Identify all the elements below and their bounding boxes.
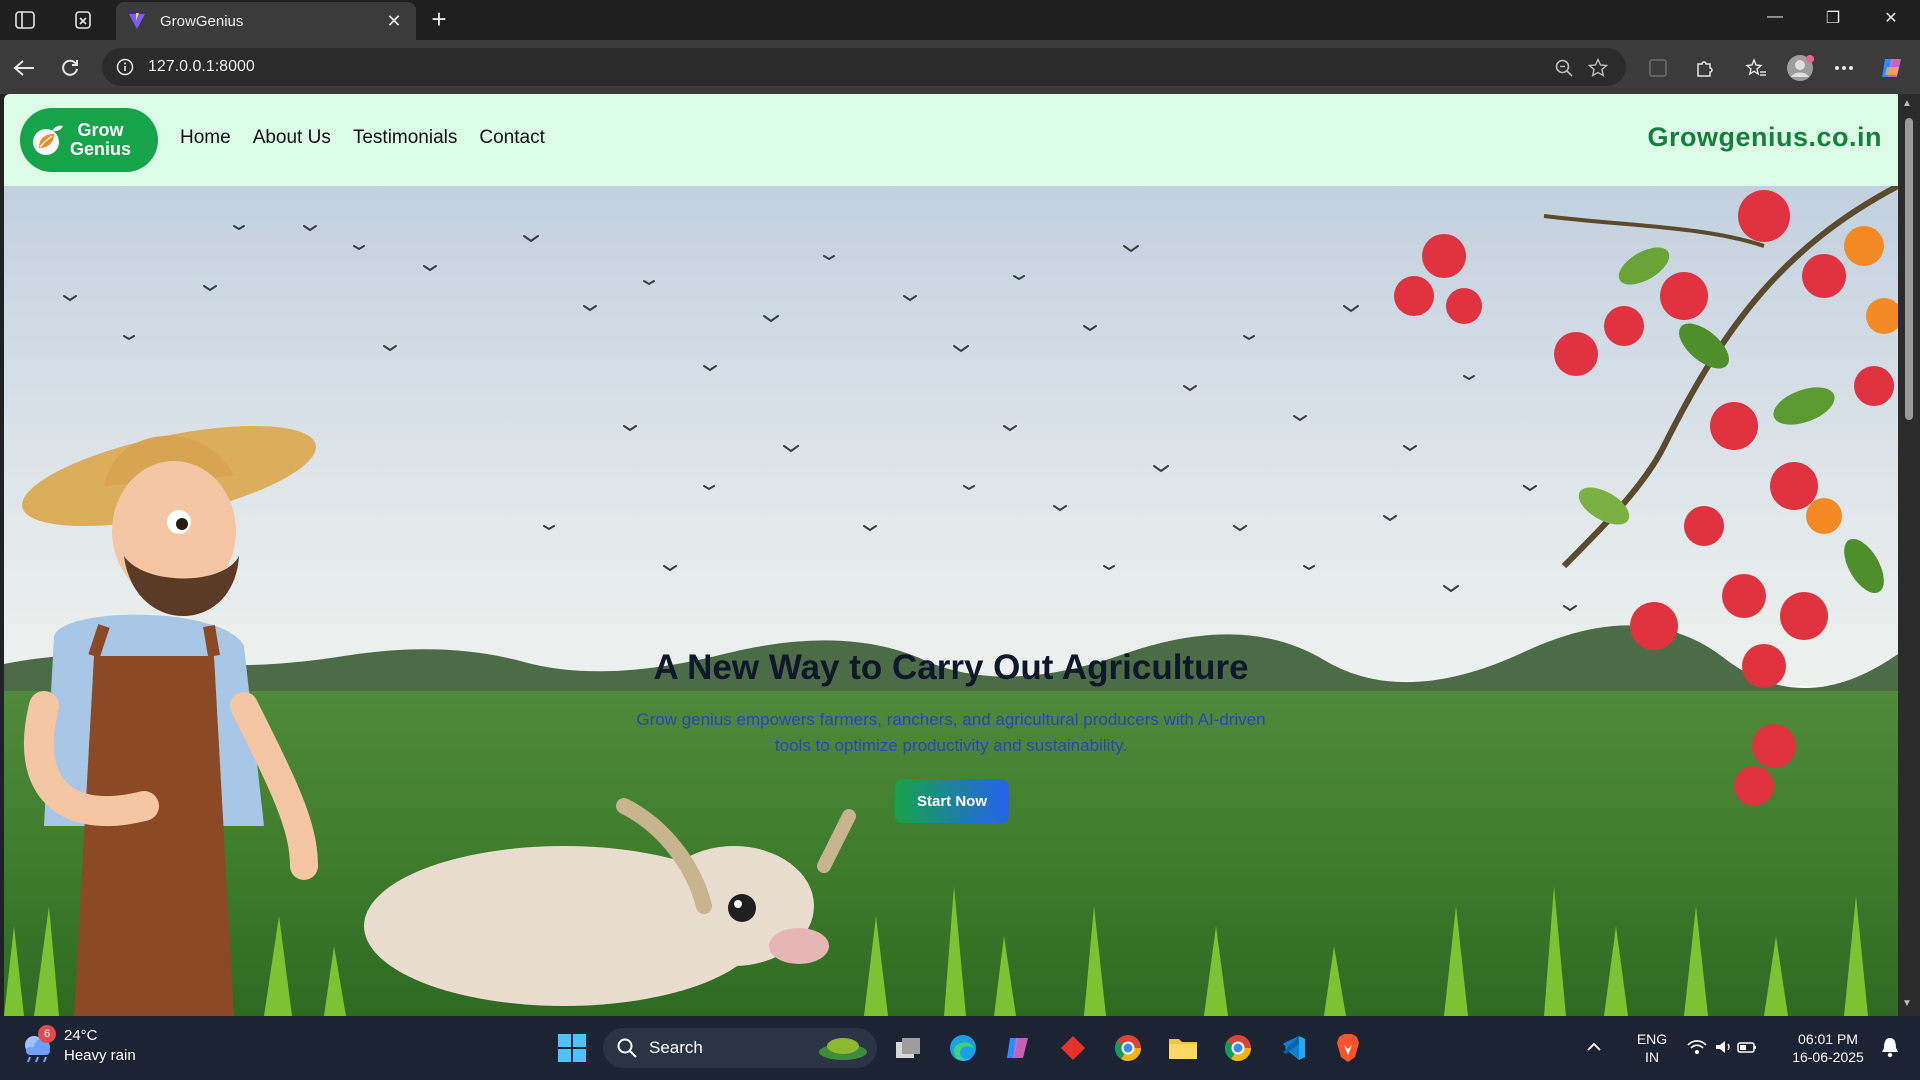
clock-date: 16-06-2025: [1792, 1049, 1864, 1065]
minimize-icon[interactable]: —: [1760, 8, 1790, 26]
app-red-diamond-icon[interactable]: [1055, 1030, 1091, 1066]
site-info-icon[interactable]: [116, 58, 134, 76]
start-now-button[interactable]: Start Now: [895, 779, 1009, 823]
search-highlight-icon: [819, 1038, 867, 1060]
vite-favicon-icon: [129, 13, 145, 29]
search-icon: [617, 1038, 637, 1058]
split-screen-icon[interactable]: [1642, 52, 1674, 84]
scrollbar-thumb[interactable]: [1905, 118, 1913, 420]
weather-cloud-icon: 6: [20, 1025, 56, 1063]
copilot-app-icon[interactable]: [1000, 1030, 1036, 1066]
windows-taskbar: 6 24°C Heavy rain Search ENG IN 06:01 PM…: [0, 1016, 1920, 1080]
task-view-icon[interactable]: [890, 1030, 926, 1066]
logo-text-genius: Genius: [70, 139, 132, 159]
favorites-icon[interactable]: [1740, 52, 1772, 84]
notifications-bell-icon[interactable]: [1880, 1036, 1900, 1062]
language-indicator[interactable]: ENG IN: [1632, 1030, 1672, 1066]
back-icon[interactable]: [8, 52, 40, 84]
hero-subtitle: Grow genius empowers farmers, ranchers, …: [636, 710, 1266, 755]
weather-desc: Heavy rain: [64, 1047, 136, 1064]
brand-domain: Growgenius.co.in: [1647, 122, 1882, 152]
brave-icon[interactable]: [1330, 1030, 1366, 1066]
tab-growgenius[interactable]: GrowGenius ✕: [116, 2, 416, 40]
file-explorer-icon[interactable]: [1165, 1030, 1201, 1066]
taskbar-search[interactable]: Search: [603, 1028, 877, 1068]
lang-eng: ENG: [1636, 1031, 1668, 1047]
show-hidden-icons-icon[interactable]: [1586, 1038, 1602, 1056]
hero-section: A New Way to Carry Out Agriculture Grow …: [4, 186, 1898, 1016]
nav-testimonials[interactable]: Testimonials: [353, 127, 458, 149]
clock[interactable]: 06:01 PM 16-06-2025: [1786, 1030, 1870, 1066]
more-options-icon[interactable]: [1828, 52, 1860, 84]
leaf-logo-icon: [33, 125, 63, 155]
copilot-icon[interactable]: [1876, 52, 1908, 84]
extensions-icon[interactable]: [1688, 52, 1720, 84]
site-header: Grow Genius Home About Us Testimonials C…: [4, 94, 1898, 186]
growgenius-logo[interactable]: Grow Genius: [20, 108, 158, 172]
hero-farm-illustration: [4, 186, 1898, 1016]
weather-badge: 6: [38, 1025, 56, 1043]
zoom-icon[interactable]: [1552, 56, 1576, 80]
browser-tab-bar: GrowGenius ✕ + — ❐ ✕: [0, 0, 1920, 40]
favorite-star-icon[interactable]: [1586, 56, 1610, 80]
workspaces-icon[interactable]: [68, 6, 98, 34]
sidebar-toggle-icon[interactable]: [10, 6, 40, 34]
tab-title: GrowGenius: [160, 12, 244, 30]
nav-contact[interactable]: Contact: [479, 127, 544, 149]
close-window-icon[interactable]: ✕: [1876, 8, 1906, 28]
close-tab-icon[interactable]: ✕: [384, 11, 404, 32]
scroll-down-icon[interactable]: ▼: [1902, 998, 1912, 1009]
hero-title: A New Way to Carry Out Agriculture: [653, 648, 1249, 687]
system-status-icons[interactable]: [1686, 1038, 1758, 1060]
nav-about-us[interactable]: About Us: [253, 127, 331, 149]
browser-toolbar: 127.0.0.1:8000: [0, 40, 1920, 94]
edge-icon[interactable]: [945, 1030, 981, 1066]
page-scrollbar[interactable]: ▲ ▼: [1898, 94, 1920, 1016]
main-nav: Home About Us Testimonials Contact: [180, 127, 545, 149]
logo-text-grow: Grow: [77, 120, 124, 140]
vscode-icon[interactable]: [1275, 1030, 1311, 1066]
refresh-icon[interactable]: [54, 52, 86, 84]
restore-icon[interactable]: ❐: [1818, 8, 1848, 28]
profile-avatar-icon[interactable]: [1784, 52, 1816, 84]
page-viewport: Grow Genius Home About Us Testimonials C…: [4, 94, 1898, 1016]
lang-in: IN: [1645, 1049, 1659, 1065]
chrome-profile-icon[interactable]: [1110, 1030, 1146, 1066]
new-tab-button[interactable]: +: [424, 4, 454, 34]
weather-temp: 24°C: [64, 1027, 98, 1044]
nav-home[interactable]: Home: [180, 127, 231, 149]
weather-widget[interactable]: 6 24°C Heavy rain: [20, 1025, 136, 1066]
scroll-up-icon[interactable]: ▲: [1902, 98, 1912, 109]
clock-time: 06:01 PM: [1798, 1031, 1858, 1047]
url-text[interactable]: 127.0.0.1:8000: [148, 58, 255, 76]
search-label: Search: [649, 1038, 703, 1057]
address-bar[interactable]: 127.0.0.1:8000: [102, 48, 1626, 86]
chrome-icon[interactable]: [1220, 1030, 1256, 1066]
windows-start-icon[interactable]: [554, 1030, 590, 1066]
